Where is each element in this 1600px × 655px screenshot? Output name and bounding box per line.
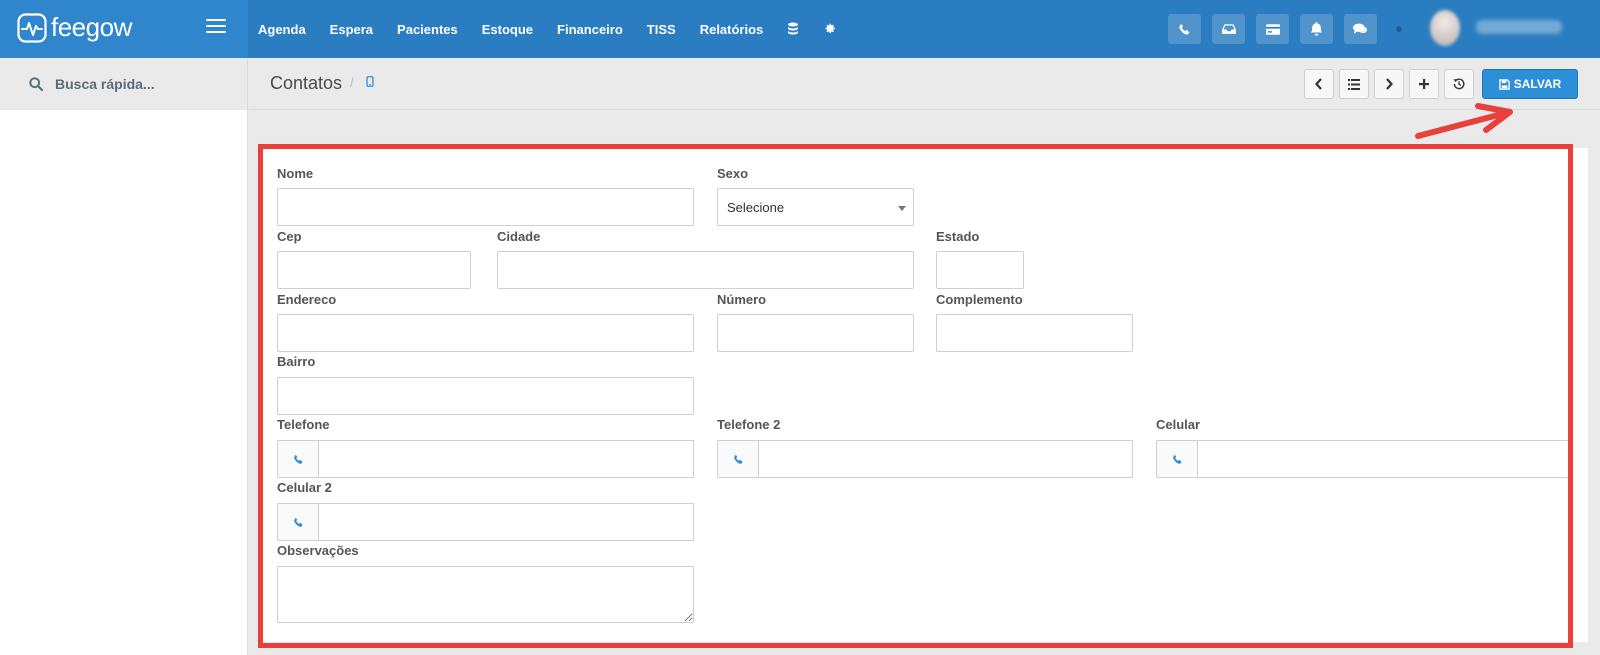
observacoes-label: Observações (277, 543, 359, 558)
search-icon (29, 77, 43, 91)
status-dot (1396, 26, 1402, 32)
nav-item-agenda[interactable]: Agenda (258, 22, 306, 37)
search-input[interactable] (55, 76, 235, 92)
inbox-icon[interactable] (1212, 14, 1245, 44)
chat-icon[interactable] (1344, 14, 1377, 44)
mobile-icon (366, 76, 374, 87)
nav-item-estoque[interactable]: Estoque (482, 22, 533, 37)
cep-input[interactable] (277, 251, 471, 289)
celular-input[interactable] (1197, 440, 1573, 478)
list-icon (1348, 78, 1360, 90)
brand-name: feegow (51, 12, 132, 42)
quick-search (0, 58, 247, 110)
save-button[interactable]: SALVAR (1482, 69, 1578, 99)
phone-icon (277, 440, 318, 478)
celular2-field (277, 503, 694, 541)
chevron-right-icon (1386, 78, 1393, 90)
nav-item-financeiro[interactable]: Financeiro (557, 22, 623, 37)
caret-down-icon (898, 206, 906, 211)
top-navbar: feegow Agenda Espera Pacientes Estoque F… (0, 0, 1600, 58)
plus-icon (1419, 79, 1429, 89)
sexo-selected-value: Selecione (727, 199, 785, 215)
chevron-left-icon (1315, 78, 1322, 90)
gear-icon[interactable] (823, 22, 837, 36)
sidebar (0, 58, 248, 655)
numero-input[interactable] (717, 314, 914, 352)
observacoes-textarea[interactable] (277, 566, 694, 623)
bell-icon[interactable] (1300, 14, 1333, 44)
celular-field (1156, 440, 1573, 478)
page-header: Contatos / SALVAR (249, 58, 1600, 110)
bairro-input[interactable] (277, 377, 694, 415)
telefone-input[interactable] (318, 440, 694, 478)
phone-icon[interactable] (1168, 14, 1201, 44)
card-icon[interactable] (1256, 14, 1289, 44)
previous-button[interactable] (1304, 69, 1334, 99)
logo-icon (17, 13, 47, 43)
save-icon (1498, 78, 1510, 90)
page-title: Contatos (270, 73, 343, 93)
complemento-label: Complemento (936, 292, 1023, 307)
cep-label: Cep (277, 229, 302, 244)
telefone2-field (717, 440, 1133, 478)
telefone-field (277, 440, 694, 478)
cidade-input[interactable] (497, 251, 914, 289)
celular2-input[interactable] (318, 503, 694, 541)
estado-input[interactable] (936, 251, 1024, 289)
history-button[interactable] (1444, 69, 1474, 99)
topbar-actions (1168, 14, 1388, 44)
bairro-label: Bairro (277, 354, 316, 369)
nav-item-espera[interactable]: Espera (330, 22, 373, 37)
database-icon[interactable] (787, 22, 801, 36)
history-icon (1453, 78, 1465, 90)
nome-input[interactable] (277, 188, 694, 226)
nome-label: Nome (277, 166, 314, 181)
estado-label: Estado (936, 229, 980, 244)
nav-item-relatorios[interactable]: Relatórios (700, 22, 764, 37)
numero-label: Número (717, 292, 767, 307)
phone-icon (717, 440, 758, 478)
complemento-input[interactable] (936, 314, 1133, 352)
phone-icon (277, 503, 318, 541)
cidade-label: Cidade (497, 229, 541, 244)
next-button[interactable] (1374, 69, 1404, 99)
phone-icon (1156, 440, 1197, 478)
breadcrumb-separator: / (350, 75, 354, 90)
celular2-label: Celular 2 (277, 480, 332, 495)
menu-toggle-icon[interactable] (206, 19, 226, 37)
endereco-input[interactable] (277, 314, 694, 352)
avatar[interactable] (1430, 10, 1460, 46)
list-button[interactable] (1339, 69, 1369, 99)
save-button-label: SALVAR (1513, 77, 1562, 91)
celular-label: Celular (1156, 417, 1201, 432)
sexo-select[interactable]: Selecione (717, 188, 914, 226)
nav-item-tiss[interactable]: TISS (647, 22, 676, 37)
telefone2-input[interactable] (758, 440, 1133, 478)
add-button[interactable] (1409, 69, 1439, 99)
brand-area: feegow (0, 0, 248, 58)
username-blurred[interactable] (1476, 20, 1562, 34)
sexo-label: Sexo (717, 166, 749, 181)
endereco-label: Endereco (277, 292, 337, 307)
telefone2-label: Telefone 2 (717, 417, 781, 432)
record-actions (1304, 69, 1479, 99)
nav-item-pacientes[interactable]: Pacientes (397, 22, 458, 37)
main-nav: Agenda Espera Pacientes Estoque Financei… (258, 0, 859, 58)
telefone-label: Telefone (277, 417, 330, 432)
